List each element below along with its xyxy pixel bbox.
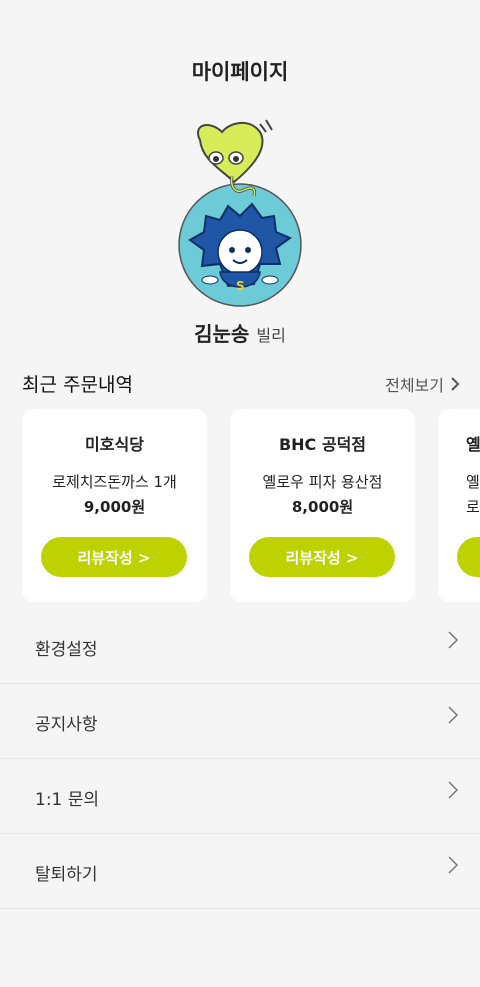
recent-orders-carousel[interactable]: 미호식당 로제치즈돈까스 1개 9,000원 리뷰작성 > BHC 공덕점 옐로…	[22, 409, 480, 602]
order-menu: 로제치즈돈까스 1개	[52, 473, 177, 491]
order-store-name: 미호식당	[85, 435, 144, 454]
order-menu: 옐로우 피자 용산점	[262, 473, 383, 491]
menu-item-label: 공지사항	[35, 715, 98, 735]
menu-item-settings[interactable]: 환경설정	[0, 609, 480, 684]
order-card[interactable]: 옐 옐 로	[438, 409, 480, 602]
settings-menu: 환경설정 공지사항 1:1 문의 탈퇴하기	[0, 609, 480, 909]
write-review-button[interactable]: 리뷰작성 >	[249, 537, 395, 577]
page-title: 마이페이지	[191, 60, 289, 84]
chevron-right-icon	[448, 781, 458, 799]
menu-item-inquiry[interactable]: 1:1 문의	[0, 759, 480, 834]
order-card[interactable]: BHC 공덕점 옐로우 피자 용산점 8,000원 리뷰작성 >	[230, 409, 415, 602]
menu-item-label: 1:1 문의	[35, 790, 100, 810]
menu-item-notices[interactable]: 공지사항	[0, 684, 480, 759]
order-card[interactable]: 미호식당 로제치즈돈까스 1개 9,000원 리뷰작성 >	[22, 409, 207, 602]
order-price: 로	[466, 498, 480, 516]
chevron-right-icon	[451, 377, 460, 391]
profile-nickname: 빌리	[256, 326, 286, 345]
recent-orders-title: 최근 주문내역	[22, 374, 133, 396]
recent-orders-header: 최근 주문내역 전체보기	[22, 370, 462, 398]
profile-name: 김눈송 빌리	[0, 318, 480, 347]
chevron-right-icon	[448, 631, 458, 649]
menu-item-label: 탈퇴하기	[35, 865, 98, 885]
chevron-right-icon	[448, 706, 458, 724]
order-price: 9,000원	[83, 498, 146, 516]
view-all-label: 전체보기	[385, 376, 444, 395]
menu-item-withdraw[interactable]: 탈퇴하기	[0, 834, 480, 909]
write-review-button[interactable]: 리뷰작성 >	[41, 537, 187, 577]
write-review-button[interactable]	[457, 537, 480, 577]
order-store-name: 옐	[466, 435, 480, 454]
menu-item-label: 환경설정	[35, 640, 98, 660]
order-menu: 옐	[466, 473, 480, 491]
view-all-link[interactable]: 전체보기	[385, 372, 462, 396]
order-price: 8,000원	[291, 498, 354, 516]
svg-text:S: S	[236, 279, 245, 293]
profile-avatar[interactable]: S	[170, 112, 310, 312]
chevron-right-icon	[448, 856, 458, 874]
profile-realname: 김눈송	[194, 322, 250, 346]
order-store-name: BHC 공덕점	[278, 435, 367, 454]
